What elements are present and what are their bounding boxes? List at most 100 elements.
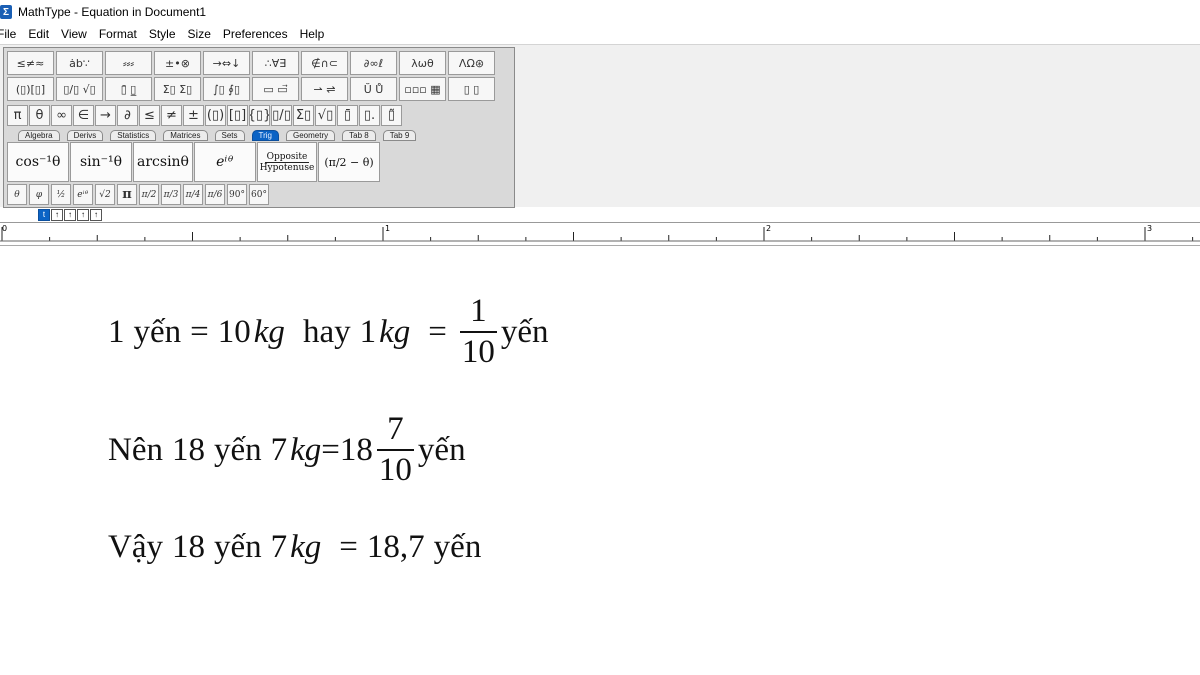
- menu-format[interactable]: Format: [93, 24, 143, 44]
- equation-line-3: Vậy 18 yến 7 kg = 18,7 yến: [108, 529, 481, 566]
- sqrt2-button[interactable]: √2: [95, 184, 115, 205]
- spaces-ellipses-button[interactable]: ȧb∵: [56, 51, 103, 75]
- dot-accent-button[interactable]: ▯.: [359, 105, 380, 126]
- element-of-button[interactable]: ∈: [73, 105, 94, 126]
- tab-8[interactable]: Tab 8: [342, 130, 376, 141]
- set-theory-button[interactable]: ∉∩⊂: [301, 51, 348, 75]
- tab-stop-left-button[interactable]: t: [38, 209, 50, 221]
- pi-over-2-minus-theta-button[interactable]: (π/2 − θ): [318, 142, 380, 182]
- menu-file[interactable]: File: [0, 24, 22, 44]
- eq3-kg: kg: [290, 529, 322, 565]
- labeled-arrows-button[interactable]: ⇀ ⇌: [301, 77, 348, 101]
- pi-over-4-button[interactable]: π/4: [183, 184, 203, 205]
- mathtype-app-icon: Σ: [0, 5, 12, 19]
- toolbar-area: ≤≠≈ ȧb∵ ⸗⸗⸗ ±•⊗ →⇔↓ ∴∀∃ ∉∩⊂ ∂∞ℓ λωθ ΛΩ⊛ …: [0, 44, 1200, 221]
- menu-edit[interactable]: Edit: [22, 24, 55, 44]
- tilde-button[interactable]: ▯̃: [381, 105, 402, 126]
- eq3-result: 18,7: [366, 529, 425, 565]
- sum-button[interactable]: Σ▯: [293, 105, 314, 126]
- plus-minus-button[interactable]: ±: [183, 105, 204, 126]
- tab-geometry[interactable]: Geometry: [286, 130, 336, 141]
- ruler-label-0: 0: [2, 224, 8, 233]
- greek-lowercase-button[interactable]: λωθ: [399, 51, 446, 75]
- overbar-underbar-button[interactable]: ▭ ▭⃗: [252, 77, 299, 101]
- right-arrow-button[interactable]: →: [95, 105, 116, 126]
- eq2-equals: =: [321, 431, 340, 468]
- eq1-fraction-numerator: 1: [470, 293, 487, 329]
- pi-over-3-button[interactable]: π/3: [161, 184, 181, 205]
- tab-trig[interactable]: Trig: [251, 130, 279, 141]
- overbar-button[interactable]: ▯̄: [337, 105, 358, 126]
- half-button[interactable]: ½: [51, 184, 71, 205]
- arrow-symbols-button[interactable]: →⇔↓: [203, 51, 250, 75]
- ruler[interactable]: 0 1 2 3: [0, 222, 1200, 246]
- eq2-whole: 18: [339, 431, 373, 468]
- tab-9[interactable]: Tab 9: [382, 130, 417, 141]
- arcsin-button[interactable]: arcsinθ: [133, 142, 193, 182]
- embellishments-button[interactable]: ⸗⸗⸗: [105, 51, 152, 75]
- title-bar: Σ MathType - Equation in Document1: [0, 0, 1200, 24]
- phi-symbol-button[interactable]: φ: [29, 184, 49, 205]
- fraction-button[interactable]: ▯/▯: [271, 105, 292, 126]
- eq2-amount2: 7: [270, 431, 288, 468]
- partial-button[interactable]: ∂: [117, 105, 138, 126]
- misc-symbols-button[interactable]: ∂∞ℓ: [350, 51, 397, 75]
- eq3-unit1: yến: [213, 529, 262, 565]
- tab-stop-relation-button[interactable]: ↑: [77, 209, 89, 221]
- infinity-button[interactable]: ∞: [51, 105, 72, 126]
- pi-button[interactable]: π: [7, 105, 28, 126]
- box-templates-button[interactable]: ▯ ▯: [448, 77, 495, 101]
- trig-templates-row: cos⁻¹θ sin⁻¹θ arcsinθ eⁱᶿ Opposite Hypot…: [7, 142, 381, 182]
- opposite-hypotenuse-button[interactable]: Opposite Hypotenuse: [257, 142, 317, 182]
- menu-size[interactable]: Size: [182, 24, 217, 44]
- less-equal-button[interactable]: ≤: [139, 105, 160, 126]
- integral-templates-button[interactable]: ∫▯ ∮▯: [203, 77, 250, 101]
- eq3-amount: 18: [171, 529, 205, 565]
- exp-i-theta-button[interactable]: eⁱᶿ: [194, 142, 256, 182]
- pi-over-6-button[interactable]: π/6: [205, 184, 225, 205]
- subscript-superscript-button[interactable]: ▯̄ ▯̲: [105, 77, 152, 101]
- tab-algebra[interactable]: Algebra: [18, 130, 60, 141]
- pi-symbol-button[interactable]: π: [117, 184, 137, 205]
- products-set-button[interactable]: Ŭ Ů: [350, 77, 397, 101]
- sixty-degrees-button[interactable]: 60°: [249, 184, 269, 205]
- summation-templates-button[interactable]: Σ▯ Σ▯: [154, 77, 201, 101]
- tab-stop-decimal-button[interactable]: ↑: [90, 209, 102, 221]
- tab-stop-right-button[interactable]: ↑: [64, 209, 76, 221]
- parentheses-button[interactable]: (▯): [205, 105, 226, 126]
- menu-view[interactable]: View: [55, 24, 93, 44]
- braces-button[interactable]: {▯}: [249, 105, 270, 126]
- ninety-degrees-button[interactable]: 90°: [227, 184, 247, 205]
- menu-help[interactable]: Help: [294, 24, 331, 44]
- logical-symbols-button[interactable]: ∴∀∃: [252, 51, 299, 75]
- mathtype-palette: ≤≠≈ ȧb∵ ⸗⸗⸗ ±•⊗ →⇔↓ ∴∀∃ ∉∩⊂ ∂∞ℓ λωθ ΛΩ⊛ …: [3, 47, 515, 208]
- fraction-radical-button[interactable]: ▯/▯ √▯: [56, 77, 103, 101]
- tab-sets[interactable]: Sets: [214, 130, 245, 141]
- tab-statistics[interactable]: Statistics: [110, 130, 157, 141]
- matrix-templates-button[interactable]: ▫▫▫ ▦: [399, 77, 446, 101]
- brackets-button[interactable]: [▯]: [227, 105, 248, 126]
- relational-symbols-button[interactable]: ≤≠≈: [7, 51, 54, 75]
- e-i-theta-button[interactable]: eⁱᶿ: [73, 184, 93, 205]
- greek-uppercase-button[interactable]: ΛΩ⊛: [448, 51, 495, 75]
- menu-style[interactable]: Style: [143, 24, 182, 44]
- not-equal-button[interactable]: ≠: [161, 105, 182, 126]
- theta-button[interactable]: θ: [29, 105, 50, 126]
- menu-preferences[interactable]: Preferences: [217, 24, 294, 44]
- pi-over-2-button[interactable]: π/2: [139, 184, 159, 205]
- menu-bar: File Edit View Format Style Size Prefere…: [0, 24, 1200, 44]
- fence-templates-button[interactable]: (▯)[▯]: [7, 77, 54, 101]
- sin-inverse-button[interactable]: sin⁻¹θ: [70, 142, 132, 182]
- tab-derivs[interactable]: Derivs: [66, 130, 104, 141]
- theta-symbol-button[interactable]: θ: [7, 184, 27, 205]
- sqrt-button[interactable]: √▯: [315, 105, 336, 126]
- tab-stop-center-button[interactable]: ↑: [51, 209, 63, 221]
- cos-inverse-button[interactable]: cos⁻¹θ: [7, 142, 69, 182]
- eq2-prefix: Nên: [108, 431, 163, 468]
- tab-matrices[interactable]: Matrices: [163, 130, 208, 141]
- window-title: MathType - Equation in Document1: [18, 5, 207, 19]
- operator-symbols-button[interactable]: ±•⊗: [154, 51, 201, 75]
- symbol-palette-row: ≤≠≈ ȧb∵ ⸗⸗⸗ ±•⊗ →⇔↓ ∴∀∃ ∉∩⊂ ∂∞ℓ λωθ ΛΩ⊛: [7, 51, 497, 75]
- eq2-fraction: 7 10: [376, 413, 414, 487]
- equation-editing-area[interactable]: 1 yến = 10 kg hay 1 kg = 1 10 yến Nên 18…: [0, 247, 1200, 675]
